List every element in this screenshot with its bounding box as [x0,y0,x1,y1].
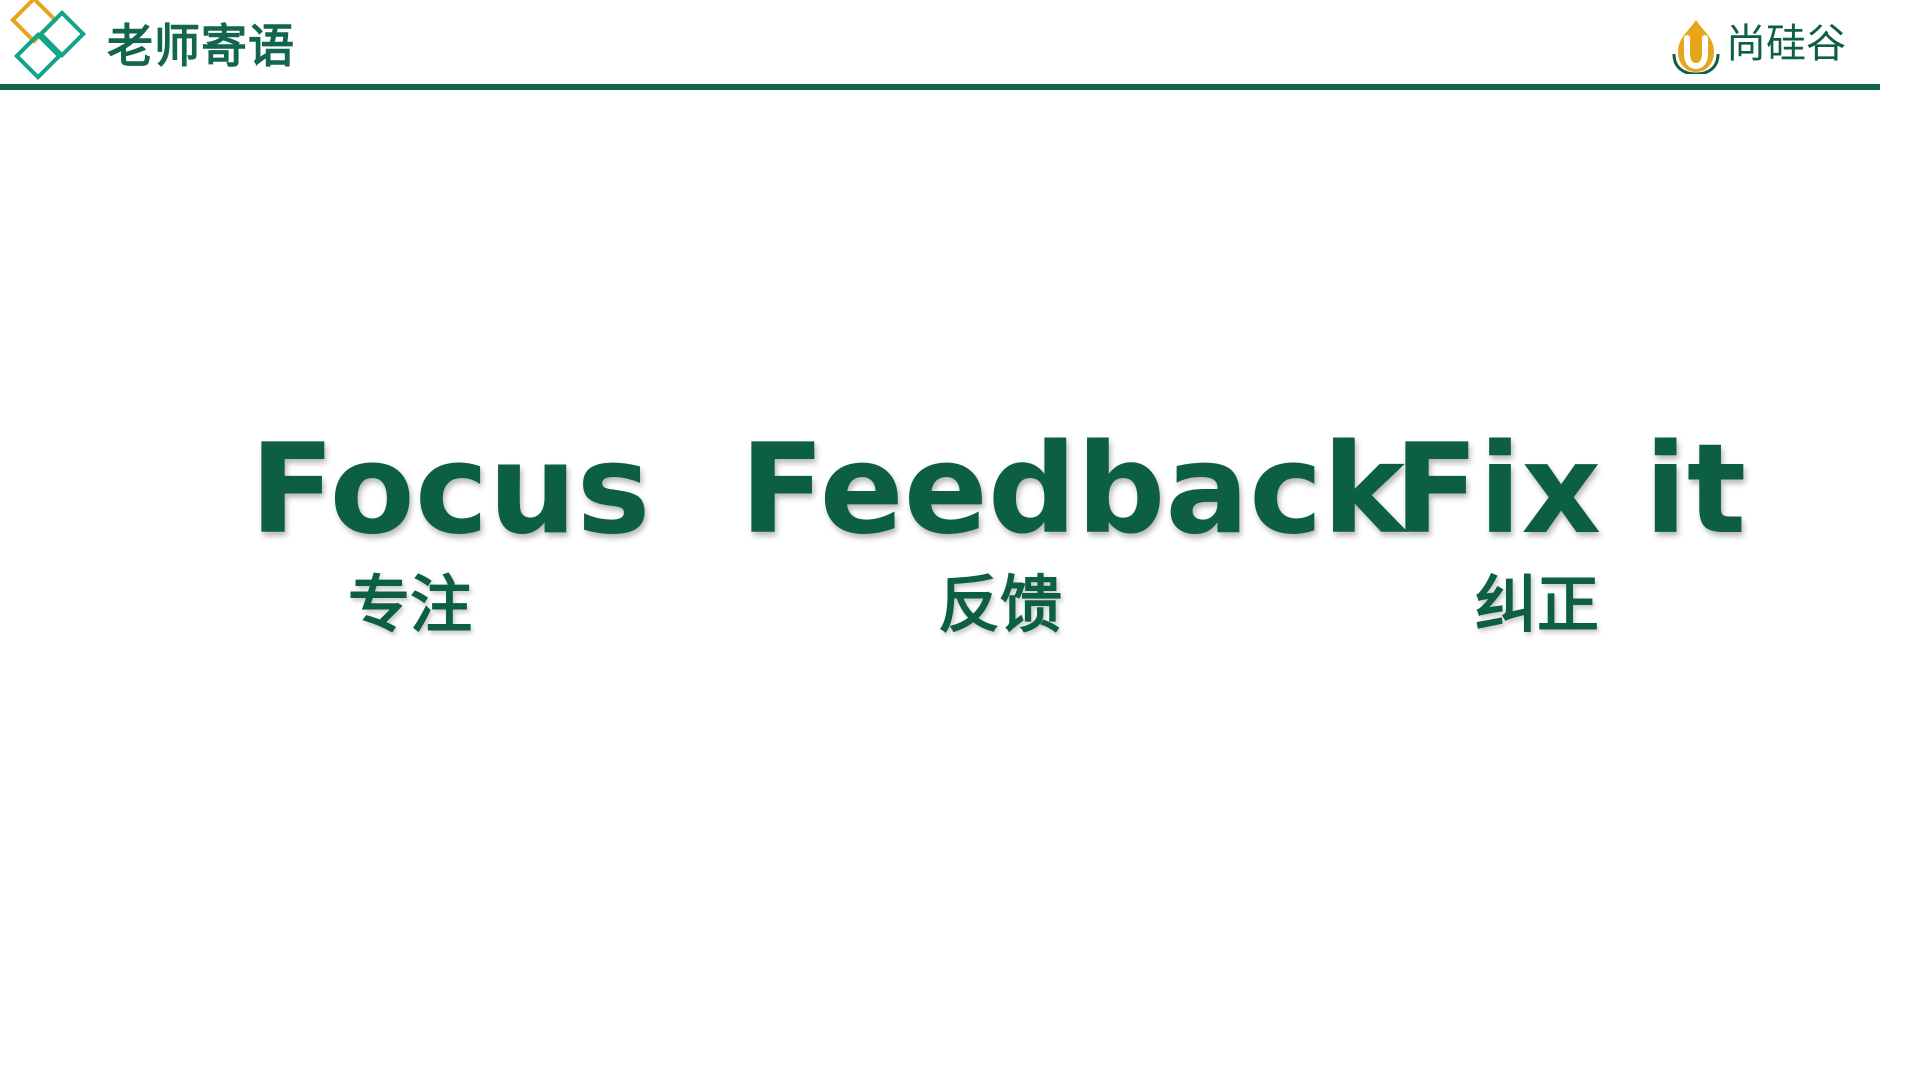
keyword-english: Feedback [740,418,1406,562]
keyword-feedback: Feedback 反馈 [740,418,1406,662]
diamond-cluster-icon [6,0,98,88]
keyword-chinese: 反馈 [937,568,1062,641]
brand-logo: 尚硅谷 [1668,14,1888,76]
keyword-chinese: 专注 [347,568,472,641]
brand-name: 尚硅谷 [1726,21,1846,67]
slide: 老师寄语 尚硅谷 Focus 专注 Feedback 反馈 Fix it 纠正 [0,0,1911,1080]
header-divider [0,84,1880,90]
keyword-english: Fix it [1394,418,1747,562]
keyword-chinese: 纠正 [1474,568,1599,641]
u-flame-icon [1668,18,1724,76]
keyword-fix-it: Fix it 纠正 [1394,418,1747,662]
keyword-english: Focus [250,418,651,562]
page-title: 老师寄语 [107,19,295,73]
keyword-focus: Focus 专注 [250,418,651,662]
